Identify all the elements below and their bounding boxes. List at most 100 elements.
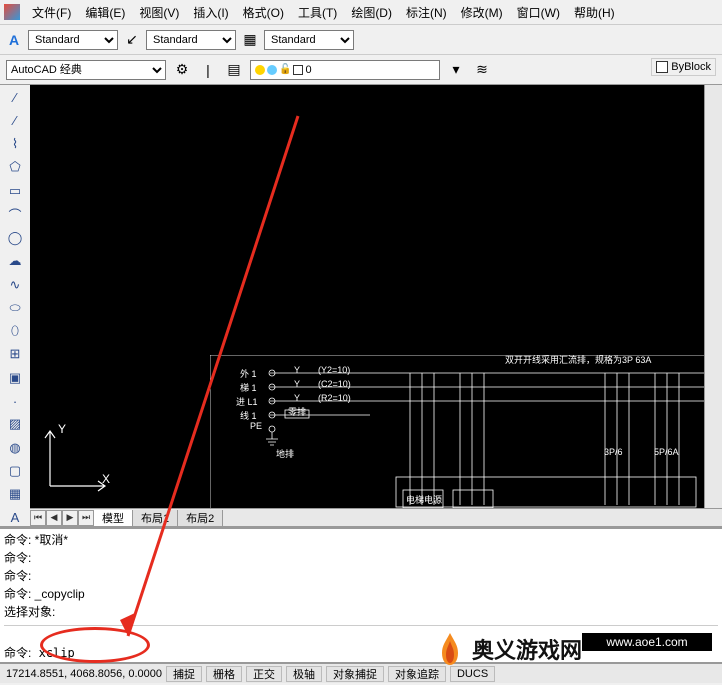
xline-tool[interactable]: ∕	[5, 112, 25, 129]
layer-select[interactable]: 🔓 0	[250, 60, 440, 80]
pe-label: PE	[250, 421, 262, 431]
layer-on-icon	[255, 65, 265, 75]
menu-edit[interactable]: 编辑(E)	[79, 2, 131, 23]
command-history: 命令: *取消* 命令: 命令: 命令: _copyclip 选择对象:	[0, 528, 722, 643]
row3-label: 进 L1	[236, 395, 258, 408]
menu-format[interactable]: 格式(O)	[237, 2, 290, 23]
drawing-title: 双开开线采用汇流排，规格为3P 63A	[505, 353, 651, 366]
mtext-tool[interactable]: A	[5, 509, 25, 526]
box1-label: 电梯电源	[406, 493, 442, 506]
lbl3: 5P/6A	[654, 447, 679, 457]
rectangle-tool[interactable]: ▭	[5, 182, 25, 199]
ellipse-tool[interactable]: ⬭	[5, 299, 25, 316]
command-prompt: 命令:	[4, 644, 31, 661]
layer-lock-icon: 🔓	[279, 64, 291, 75]
drawing-canvas[interactable]: Y X	[30, 85, 722, 526]
tab-layout2[interactable]: 布局2	[178, 510, 223, 526]
layer-states-icon[interactable]: ▾	[446, 60, 466, 80]
menu-dimension[interactable]: 标注(N)	[400, 2, 453, 23]
status-grid[interactable]: 栅格	[206, 666, 242, 682]
textstyle-icon[interactable]: A	[4, 30, 24, 50]
menu-file[interactable]: 文件(F)	[26, 2, 77, 23]
ucs-x-label: X	[102, 472, 110, 486]
menu-window[interactable]: 窗口(W)	[511, 2, 566, 23]
row2-label: 梯 1	[240, 381, 257, 394]
menu-modify[interactable]: 修改(M)	[455, 2, 509, 23]
menu-tools[interactable]: 工具(T)	[292, 2, 343, 23]
logo-text: 奥义游戏网	[472, 638, 582, 663]
line-tool[interactable]: ∕	[5, 89, 25, 106]
workspace-select[interactable]: AutoCAD 经典	[6, 60, 166, 80]
tablestyle-select[interactable]: Standard	[264, 30, 354, 50]
style-toolbar: A Standard ↙ Standard ▦ Standard	[0, 24, 722, 54]
dx-label: 地排	[276, 447, 294, 460]
hatch-tool[interactable]: ▨	[5, 416, 25, 433]
status-coords: 17214.8551, 4068.8056, 0.0000	[6, 668, 162, 680]
menu-view[interactable]: 视图(V)	[133, 2, 185, 23]
layer-tools-icon[interactable]: ≋	[472, 60, 492, 80]
arc-tool[interactable]: ⌒	[5, 205, 25, 223]
ellipsearc-tool[interactable]: ⬯	[5, 323, 25, 340]
layer-name: 0	[305, 64, 311, 76]
v1-label: Y	[294, 365, 300, 375]
status-ducs[interactable]: DUCS	[450, 666, 495, 682]
circle-tool[interactable]: ◯	[5, 229, 25, 246]
flame-icon	[432, 631, 468, 667]
vertical-scrollbar[interactable]	[704, 85, 722, 526]
layer-color-icon	[293, 65, 303, 75]
main-area: ∕ ∕ ⌇ ⬠ ▭ ⌒ ◯ ☁ ∿ ⬭ ⬯ ⊞ ▣ · ▨ ◍ ▢ ▦ A Y …	[0, 84, 722, 528]
point-tool[interactable]: ·	[5, 392, 25, 409]
gradient-tool[interactable]: ◍	[5, 439, 25, 456]
v2-label: Y	[294, 379, 300, 389]
dimstyle-select[interactable]: Standard	[146, 30, 236, 50]
layer-manager-icon[interactable]: ▤	[224, 60, 244, 80]
tablestyle-icon[interactable]: ▦	[240, 30, 260, 50]
command-input[interactable]	[39, 646, 159, 660]
dimstyle-icon[interactable]: ↙	[122, 30, 142, 50]
cmd-line1: 命令: *取消*	[4, 531, 718, 549]
table-tool[interactable]: ▦	[5, 486, 25, 503]
c2-label: (C2=10)	[318, 379, 351, 389]
app-icon	[4, 4, 20, 20]
layer-freeze-icon	[267, 65, 277, 75]
ucs-y-label: Y	[58, 422, 66, 436]
menu-help[interactable]: 帮助(H)	[568, 2, 621, 23]
tab-layout1[interactable]: 布局1	[133, 510, 178, 526]
menu-insert[interactable]: 插入(I)	[187, 2, 234, 23]
workspace-settings-icon[interactable]: ⚙	[172, 60, 192, 80]
insert-tool[interactable]: ⊞	[5, 346, 25, 363]
spline-tool[interactable]: ∿	[5, 276, 25, 293]
scroll-prev-icon[interactable]: ◀	[46, 510, 62, 526]
polygon-tool[interactable]: ⬠	[5, 159, 25, 176]
scroll-last-icon[interactable]: ⏭	[78, 510, 94, 526]
textstyle-select[interactable]: Standard	[28, 30, 118, 50]
toolbar-separator: |	[198, 60, 218, 80]
row1-label: 外 1	[240, 367, 257, 380]
status-polar[interactable]: 极轴	[286, 666, 322, 682]
horizontal-scrollbar[interactable]: ⏮ ◀ ▶ ⏭ 模型 布局1 布局2	[30, 508, 722, 526]
byblock-label: ByBlock	[671, 61, 711, 73]
electrical-drawing: 双开开线采用汇流排，规格为3P 63A 外 1 梯 1 进 L1 线 1 Y Y…	[210, 355, 722, 515]
ucs-icon: Y X	[40, 426, 110, 496]
status-otrack[interactable]: 对象追踪	[388, 666, 446, 682]
tab-model[interactable]: 模型	[94, 510, 133, 526]
cmd-line4: 命令: _copyclip	[4, 585, 718, 603]
c3-label: (R2=10)	[318, 393, 351, 403]
status-ortho[interactable]: 正交	[246, 666, 282, 682]
menu-draw[interactable]: 绘图(D)	[345, 2, 398, 23]
polyline-tool[interactable]: ⌇	[5, 136, 25, 153]
block-tool[interactable]: ▣	[5, 369, 25, 386]
menu-bar: 文件(F) 编辑(E) 视图(V) 插入(I) 格式(O) 工具(T) 绘图(D…	[0, 0, 722, 24]
scroll-next-icon[interactable]: ▶	[62, 510, 78, 526]
revcloud-tool[interactable]: ☁	[5, 253, 25, 270]
region-tool[interactable]: ▢	[5, 462, 25, 479]
scroll-first-icon[interactable]: ⏮	[30, 510, 46, 526]
color-checkbox[interactable]	[656, 61, 668, 73]
color-byblock[interactable]: ByBlock	[651, 58, 716, 76]
cmd-line2: 命令:	[4, 549, 718, 567]
watermark-logo: 奥义游戏网 www.aoe1.com	[432, 631, 712, 667]
status-snap[interactable]: 捕捉	[166, 666, 202, 682]
status-osnap[interactable]: 对象捕捉	[326, 666, 384, 682]
lbl2: 3P/6	[604, 447, 623, 457]
draw-toolbar: ∕ ∕ ⌇ ⬠ ▭ ⌒ ◯ ☁ ∿ ⬭ ⬯ ⊞ ▣ · ▨ ◍ ▢ ▦ A	[0, 85, 30, 526]
